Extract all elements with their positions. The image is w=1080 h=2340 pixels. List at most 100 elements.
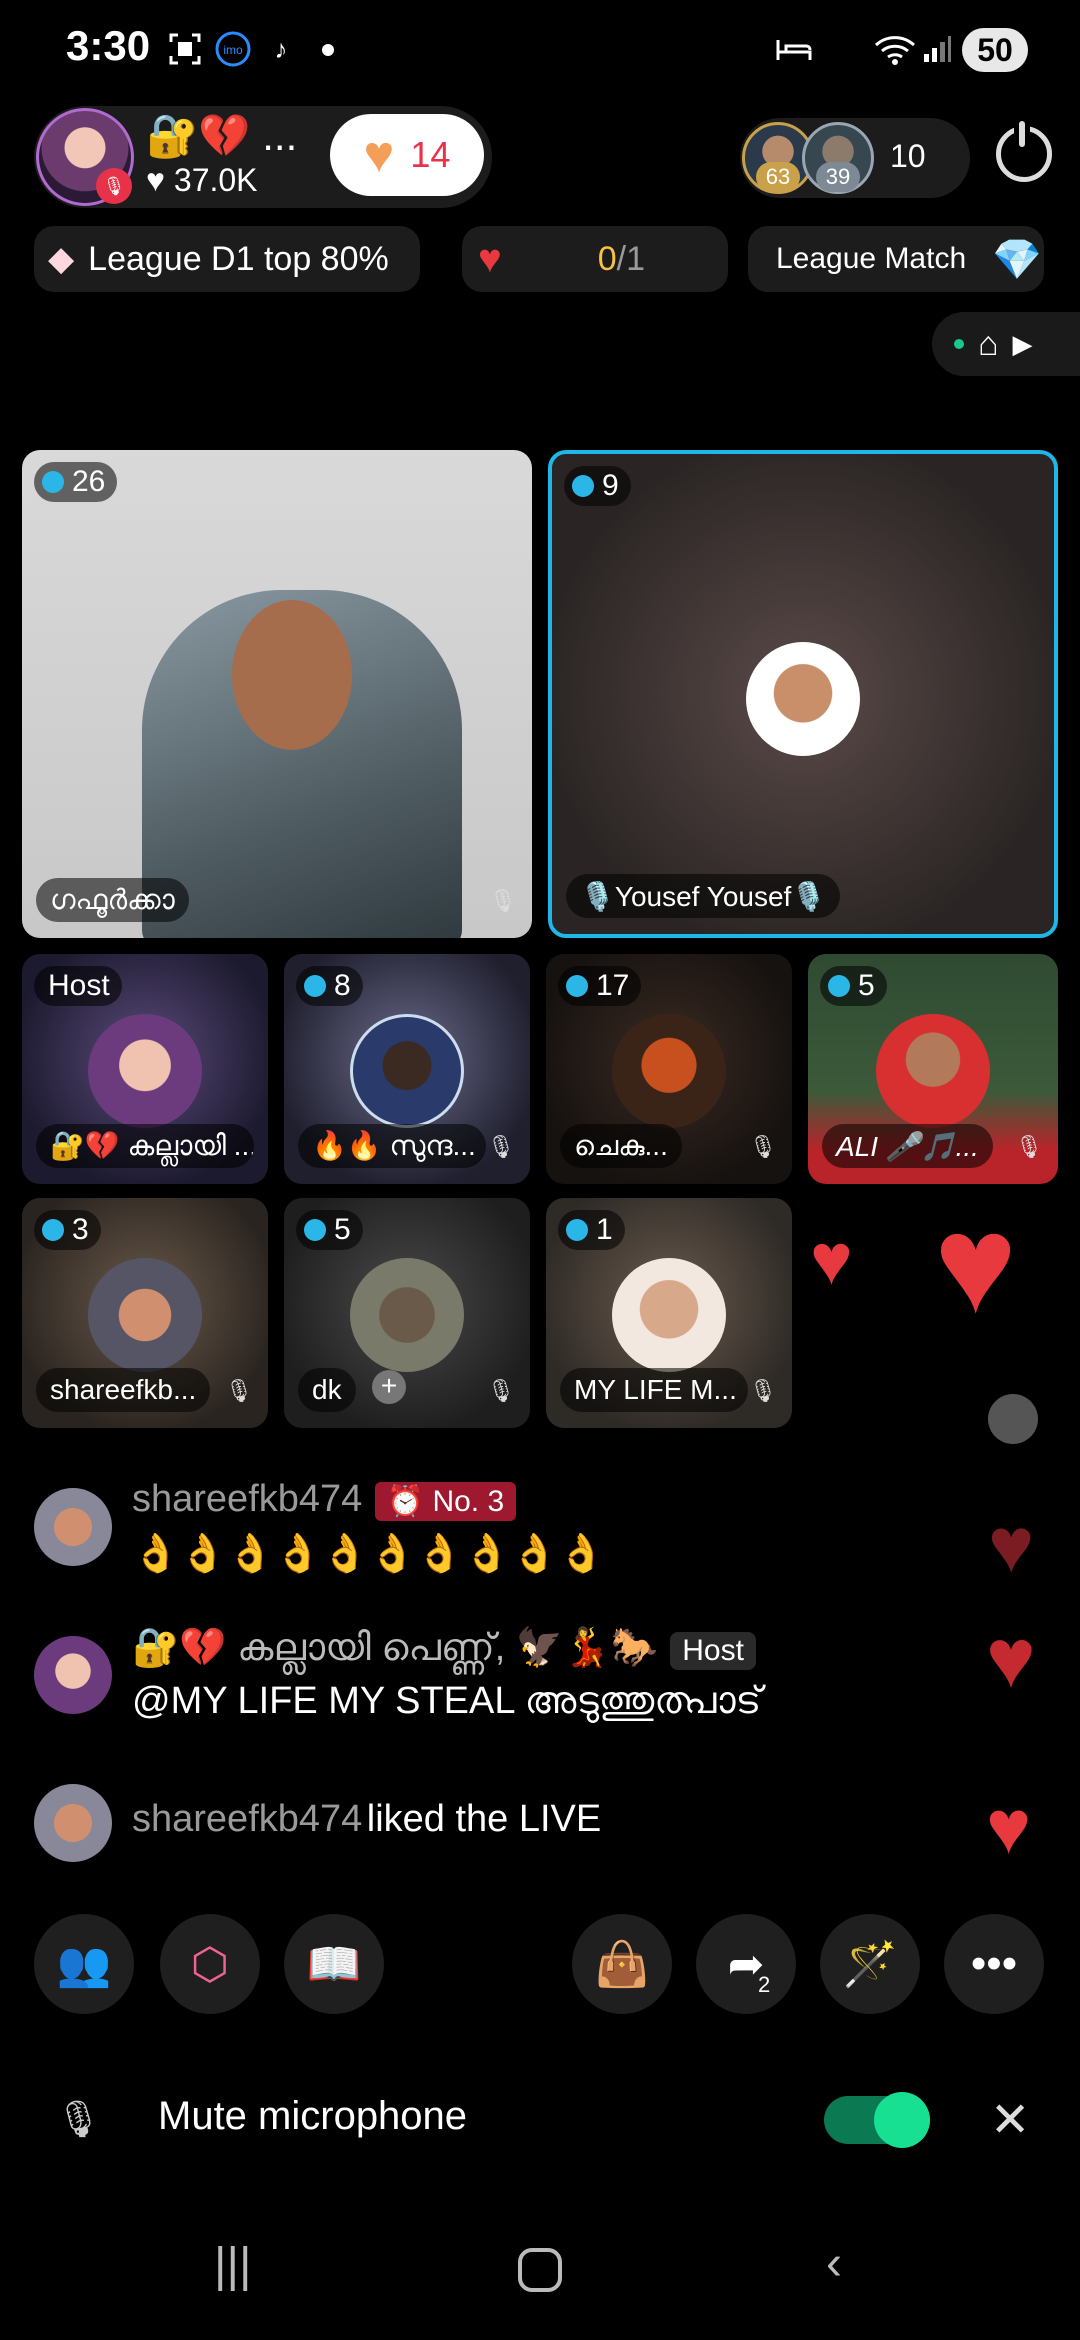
host-label: Host bbox=[34, 966, 122, 1006]
host-tile[interactable]: Host 🔐💔 കല്ലായി ... bbox=[22, 954, 268, 1184]
shop-button[interactable]: 👜 bbox=[572, 1914, 672, 2014]
chat-message: shareefkb474 liked the LIVE bbox=[132, 1798, 601, 1841]
guest-video-tile[interactable]: 9 🎙️Yousef Yousef🎙️ bbox=[548, 450, 1058, 938]
chat-username[interactable]: shareefkb474 bbox=[132, 1478, 362, 1520]
viewer-count: 10 bbox=[890, 138, 926, 174]
guest-video-tile[interactable]: 1 MY LIFE M... 🎙 bbox=[546, 1198, 792, 1428]
close-icon[interactable]: ✕ bbox=[990, 2092, 1030, 2148]
mini-player-tab[interactable]: ⌂ ▶ bbox=[932, 312, 1080, 376]
guest-video-tile[interactable]: 5 ALI 🎤🎵... 🎙 bbox=[808, 954, 1058, 1184]
guest-name: 🔥🔥 സുന്ദ... bbox=[298, 1124, 486, 1168]
guest-avatar bbox=[350, 1014, 464, 1128]
guest-name: ചെകു... bbox=[560, 1124, 682, 1168]
mic-off-icon: 🎙 bbox=[487, 1134, 515, 1159]
mic-off-icon: 🎙 bbox=[749, 1378, 777, 1403]
screenshot-icon bbox=[166, 30, 204, 68]
power-icon[interactable] bbox=[996, 121, 1052, 182]
mic-off-icon: 🎙 bbox=[56, 2098, 102, 2139]
level-badge: 1 bbox=[558, 1210, 625, 1250]
league-match-label: League Match bbox=[776, 242, 967, 275]
level-badge: 5 bbox=[296, 1210, 363, 1250]
guest-video-tile[interactable]: 3 shareefkb... 🎙 bbox=[22, 1198, 268, 1428]
mic-off-icon: 🎙 bbox=[487, 1378, 515, 1403]
guest-video-tile[interactable]: 26 ഗഫൂർക്കാ 🎙 bbox=[22, 450, 532, 938]
guest-name: 🎙️Yousef Yousef🎙️ bbox=[566, 874, 841, 918]
notification-dot bbox=[322, 44, 334, 56]
guest-face bbox=[232, 600, 352, 750]
guest-avatar bbox=[88, 1258, 202, 1372]
guest-name: dk bbox=[298, 1368, 356, 1412]
league-rank-label: League D1 top 80% bbox=[88, 239, 389, 278]
chat-avatar[interactable] bbox=[34, 1488, 112, 1566]
mic-off-icon: 🎙 bbox=[489, 888, 517, 913]
guest-video-tile[interactable]: 8 🔥🔥 സുന്ദ... 🎙 bbox=[284, 954, 530, 1184]
chat-message: shareefkb474 ⏰ No. 3 bbox=[132, 1478, 517, 1521]
chat-avatar[interactable] bbox=[34, 1636, 112, 1714]
chat-username[interactable]: 🔐💔 കല്ലായി പെണ്ണ്, 🦅💃🐎 bbox=[132, 1627, 658, 1669]
home-button-icon[interactable] bbox=[518, 2248, 562, 2292]
book-button[interactable]: 📖 bbox=[284, 1914, 384, 2014]
floating-heart-icon: ♥ bbox=[986, 1785, 1032, 1870]
toggle-knob bbox=[874, 2092, 930, 2148]
guest-video-tile[interactable]: 17 ചെകു... 🎙 bbox=[546, 954, 792, 1184]
gift-box-button[interactable]: ⬡ bbox=[160, 1914, 260, 2014]
svg-text:imo: imo bbox=[223, 43, 243, 57]
magic-wand-button[interactable]: 🪄 bbox=[820, 1914, 920, 2014]
chat-text: @MY LIFE MY STEAL അടുത്തുത്പാട് bbox=[132, 1680, 762, 1722]
floating-bubble bbox=[988, 1394, 1038, 1444]
home-icon: ⌂ bbox=[978, 324, 999, 363]
play-icon: ▶ bbox=[1012, 328, 1033, 359]
guest-avatar bbox=[88, 1014, 202, 1128]
heart-icon: ♥ bbox=[363, 126, 395, 184]
league-match-button[interactable]: League Match 💎 bbox=[748, 226, 1044, 292]
guest-name: 🔐💔 കല്ലായി ... bbox=[36, 1124, 254, 1168]
imo-icon: imo bbox=[214, 30, 252, 68]
mic-off-icon: 🎙 bbox=[225, 1378, 253, 1403]
level-badge: 5 bbox=[820, 966, 887, 1006]
more-button[interactable]: ••• bbox=[944, 1914, 1044, 2014]
guest-video-tile[interactable]: 5 dk + 🎙 bbox=[284, 1198, 530, 1428]
do-not-disturb-icon bbox=[772, 30, 816, 68]
chat-avatar[interactable] bbox=[34, 1784, 112, 1862]
level-badge: 17 bbox=[558, 966, 642, 1006]
guest-avatar bbox=[612, 1014, 726, 1128]
share-button[interactable]: ➦ 2 bbox=[696, 1914, 796, 2014]
chat-text: 👌👌👌👌👌👌👌👌👌👌 bbox=[132, 1533, 606, 1575]
cube-icon: ⬡ bbox=[190, 1939, 230, 1989]
league-rank-pill[interactable]: ◆ League D1 top 80% bbox=[34, 226, 420, 292]
status-time: 3:30 bbox=[66, 22, 151, 69]
progress-total: /1 bbox=[616, 239, 646, 278]
viewer-badge: 39 bbox=[816, 162, 860, 192]
heart-icon: ♥ bbox=[478, 237, 502, 281]
chat-username[interactable]: shareefkb474 bbox=[132, 1798, 362, 1840]
viewer-badge: 63 bbox=[756, 162, 800, 192]
host-tag: Host bbox=[670, 1632, 756, 1670]
gem-icon: 💎 bbox=[992, 237, 1042, 282]
live-dot bbox=[954, 339, 964, 349]
guest-name: ALI 🎤🎵... bbox=[822, 1124, 993, 1168]
diamond-icon: ◆ bbox=[48, 240, 75, 278]
recent-apps-icon[interactable]: ||| bbox=[214, 2238, 251, 2293]
magic-wand-icon: 🪄 bbox=[842, 1940, 898, 1989]
mic-off-icon: 🎙 bbox=[749, 1134, 777, 1159]
tiktok-icon: ♪ bbox=[274, 33, 288, 64]
guest-name: ഗഫൂർക്കാ bbox=[36, 878, 189, 922]
shopping-bag-icon: 👜 bbox=[594, 1940, 650, 1989]
like-button[interactable]: ♥ 14 bbox=[330, 114, 484, 196]
host-muted-icon: 🎙 bbox=[96, 168, 132, 204]
progress-current: 0 bbox=[597, 239, 617, 278]
battery-indicator: 50 bbox=[962, 28, 1028, 72]
floating-heart-icon: ♥ bbox=[810, 1220, 853, 1300]
level-badge: 26 bbox=[34, 462, 118, 502]
league-progress-pill[interactable]: ♥ 0 /1 bbox=[462, 226, 728, 292]
guests-button[interactable]: 👥 bbox=[34, 1914, 134, 2014]
follow-plus-icon[interactable]: + bbox=[372, 1370, 406, 1404]
people-icon: 👥 bbox=[56, 1940, 112, 1989]
host-likes: ♥ 37.0K bbox=[146, 162, 258, 198]
guest-avatar bbox=[876, 1014, 990, 1128]
floating-heart-icon: ♥ bbox=[934, 1185, 1018, 1342]
mute-toggle[interactable] bbox=[824, 2092, 930, 2148]
chat-message: 🔐💔 കല്ലായി പെണ്ണ്, 🦅💃🐎 Host bbox=[132, 1626, 756, 1670]
back-icon[interactable]: ‹ bbox=[826, 2236, 842, 2291]
level-badge: 8 bbox=[296, 966, 363, 1006]
